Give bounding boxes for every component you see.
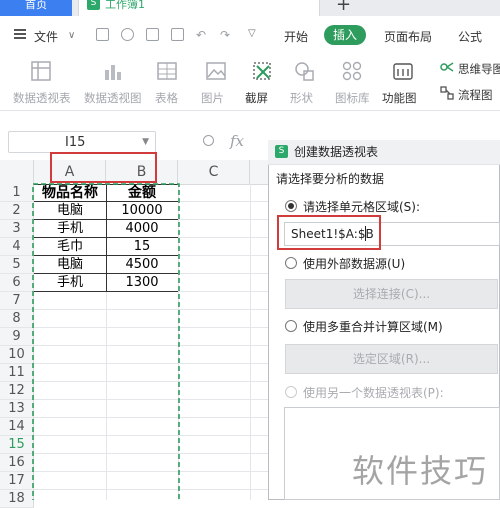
print-icon[interactable] — [146, 28, 159, 41]
chevron-down-icon[interactable]: ▼ — [142, 137, 149, 147]
dialog-prompt: 请选择要分析的数据 — [276, 172, 385, 186]
shape-icon[interactable] — [294, 60, 316, 82]
ribbon-function-chart-label[interactable]: 功能图 — [382, 90, 417, 106]
quick-access-dropdown-icon[interactable]: ▽ — [248, 28, 256, 39]
spreadsheet-logo-icon: S — [87, 0, 100, 10]
row-header-active[interactable]: 15 — [0, 436, 34, 454]
row-header[interactable]: 12 — [0, 382, 34, 400]
pivot-chart-icon[interactable] — [102, 60, 124, 82]
radio-another-pivot[interactable] — [285, 386, 297, 398]
hamburger-icon[interactable] — [14, 29, 26, 39]
selection-marquee — [32, 183, 180, 500]
row-header[interactable]: 10 — [0, 346, 34, 364]
spreadsheet-logo-icon: S — [275, 145, 288, 158]
ribbon-table-label[interactable]: 表格 — [155, 90, 178, 106]
print-preview-icon[interactable] — [171, 28, 184, 41]
radio-multi-consolidation-label[interactable]: 使用多重合并计算区域(M) — [303, 318, 443, 335]
row-header[interactable]: 16 — [0, 454, 34, 472]
tab-workbook[interactable]: S 工作簿1 — [78, 0, 320, 16]
table-icon[interactable] — [156, 60, 178, 82]
clear-format-icon[interactable] — [121, 28, 134, 41]
row-header[interactable]: 6 — [0, 274, 34, 292]
ribbon-picture-label[interactable]: 图片 — [201, 90, 224, 106]
row-header[interactable]: 4 — [0, 238, 34, 256]
ribbon-screenshot-label[interactable]: 截屏 — [245, 90, 268, 106]
screenshot-icon[interactable] — [251, 60, 273, 82]
range-highlight-box — [277, 215, 381, 250]
row-header[interactable]: 1 — [0, 184, 34, 202]
ribbon-mind-map-label[interactable]: 思维导图 — [458, 61, 500, 77]
ribbon-flowchart-label[interactable]: 流程图 — [458, 87, 493, 103]
row-header[interactable]: 18 — [0, 490, 34, 508]
ribbon-icon-library-label[interactable]: 图标库 — [335, 90, 370, 106]
grid-line — [250, 184, 251, 500]
redo-icon[interactable]: ↷ — [220, 28, 230, 42]
picture-icon[interactable] — [205, 60, 227, 82]
radio-another-pivot-label[interactable]: 使用另一个数据透视表(P): — [303, 384, 444, 401]
menu-formula[interactable]: 公式 — [458, 28, 482, 45]
new-tab-button[interactable]: + — [336, 0, 351, 15]
row-header[interactable]: 2 — [0, 202, 34, 220]
row-header[interactable]: 13 — [0, 400, 34, 418]
undo-icon[interactable]: ↶ — [196, 28, 206, 42]
row-header[interactable]: 7 — [0, 292, 34, 310]
radio-cell-range[interactable] — [285, 200, 297, 212]
row-header[interactable]: 11 — [0, 364, 34, 382]
save-icon[interactable] — [96, 28, 109, 41]
row-header[interactable]: 9 — [0, 328, 34, 346]
icon-library-icon[interactable] — [341, 60, 363, 82]
menu-insert[interactable]: 插入 — [324, 25, 366, 45]
row-header[interactable]: 14 — [0, 418, 34, 436]
mind-map-icon[interactable] — [440, 60, 454, 74]
menu-page-layout[interactable]: 页面布局 — [384, 28, 432, 45]
chevron-down-icon[interactable]: ∨ — [68, 30, 75, 41]
dialog-title: 创建数据透视表 — [294, 145, 379, 159]
row-header[interactable]: 3 — [0, 220, 34, 238]
select-connection-button[interactable]: 选择连接(C)... — [285, 279, 498, 309]
function-chart-icon[interactable] — [392, 60, 414, 82]
select-all-corner[interactable] — [0, 160, 34, 184]
menu-file[interactable]: 文件 — [34, 28, 58, 45]
column-highlight-box — [50, 152, 157, 183]
select-region-button[interactable]: 选定区域(R)... — [285, 344, 498, 374]
pivot-table-icon[interactable] — [30, 60, 52, 82]
radio-multi-consolidation[interactable] — [285, 320, 297, 332]
name-box[interactable]: I15 ▼ — [8, 131, 156, 153]
flowchart-icon[interactable] — [440, 86, 454, 100]
radio-external-source[interactable] — [285, 257, 297, 269]
fx-icon[interactable]: fx — [230, 132, 244, 150]
radio-cell-range-label[interactable]: 请选择单元格区域(S): — [303, 198, 420, 215]
zoom-icon[interactable] — [203, 135, 214, 146]
ribbon-pivot-table-label[interactable]: 数据透视表 — [13, 90, 71, 106]
tab-home[interactable]: 首页 — [0, 0, 72, 16]
column-header-c[interactable]: C — [178, 160, 250, 184]
row-header[interactable]: 5 — [0, 256, 34, 274]
cell-reference: I15 — [65, 135, 86, 150]
dialog-title-bar[interactable]: S 创建数据透视表 — [268, 140, 500, 165]
menu-start[interactable]: 开始 — [284, 28, 308, 45]
radio-external-source-label[interactable]: 使用外部数据源(U) — [303, 255, 405, 272]
watermark: 软件技巧 — [352, 452, 489, 490]
workbook-tab-label: 工作簿1 — [105, 0, 145, 11]
row-header[interactable]: 8 — [0, 310, 34, 328]
ribbon-pivot-chart-label[interactable]: 数据透视图 — [84, 90, 142, 106]
ribbon-shape-label[interactable]: 形状 — [290, 90, 313, 106]
row-header[interactable]: 17 — [0, 472, 34, 490]
